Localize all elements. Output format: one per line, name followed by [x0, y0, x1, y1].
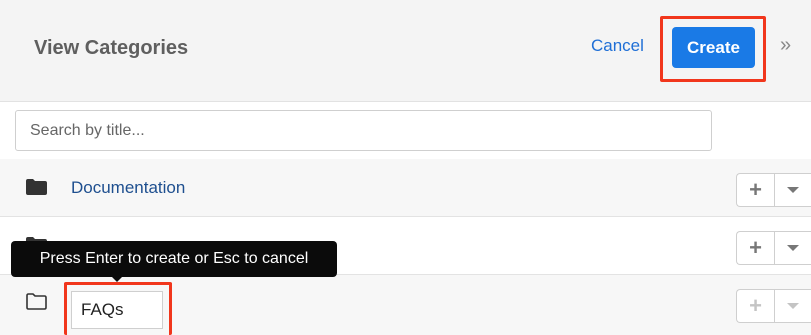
row-action-group: +	[736, 173, 811, 207]
folder-solid-icon	[26, 179, 47, 195]
chevron-down-icon	[787, 303, 799, 309]
add-subcategory-button: +	[737, 290, 775, 322]
row-action-group: +	[736, 289, 811, 323]
add-subcategory-button[interactable]: +	[737, 232, 775, 264]
tooltip-arrow	[110, 275, 124, 282]
row-menu-button	[775, 290, 811, 322]
row-action-group: +	[736, 231, 811, 265]
row-menu-button[interactable]	[775, 232, 811, 264]
search-bar	[0, 102, 811, 159]
panel-header: View Categories Cancel Create »	[0, 0, 811, 102]
category-name-input[interactable]	[71, 291, 163, 329]
page-title: View Categories	[34, 37, 189, 59]
category-row[interactable]: Documentation +	[0, 159, 811, 217]
chevron-down-icon	[787, 245, 799, 251]
cancel-link[interactable]: Cancel	[591, 36, 644, 56]
collapse-panel-icon[interactable]: »	[780, 34, 791, 57]
create-button[interactable]: Create	[672, 27, 755, 68]
search-input[interactable]	[15, 110, 712, 151]
add-subcategory-button[interactable]: +	[737, 174, 775, 206]
folder-outline-icon	[26, 293, 47, 310]
row-menu-button[interactable]	[775, 174, 811, 206]
category-label[interactable]: Documentation	[71, 178, 185, 198]
tooltip: Press Enter to create or Esc to cancel	[11, 241, 337, 277]
chevron-down-icon	[787, 187, 799, 193]
